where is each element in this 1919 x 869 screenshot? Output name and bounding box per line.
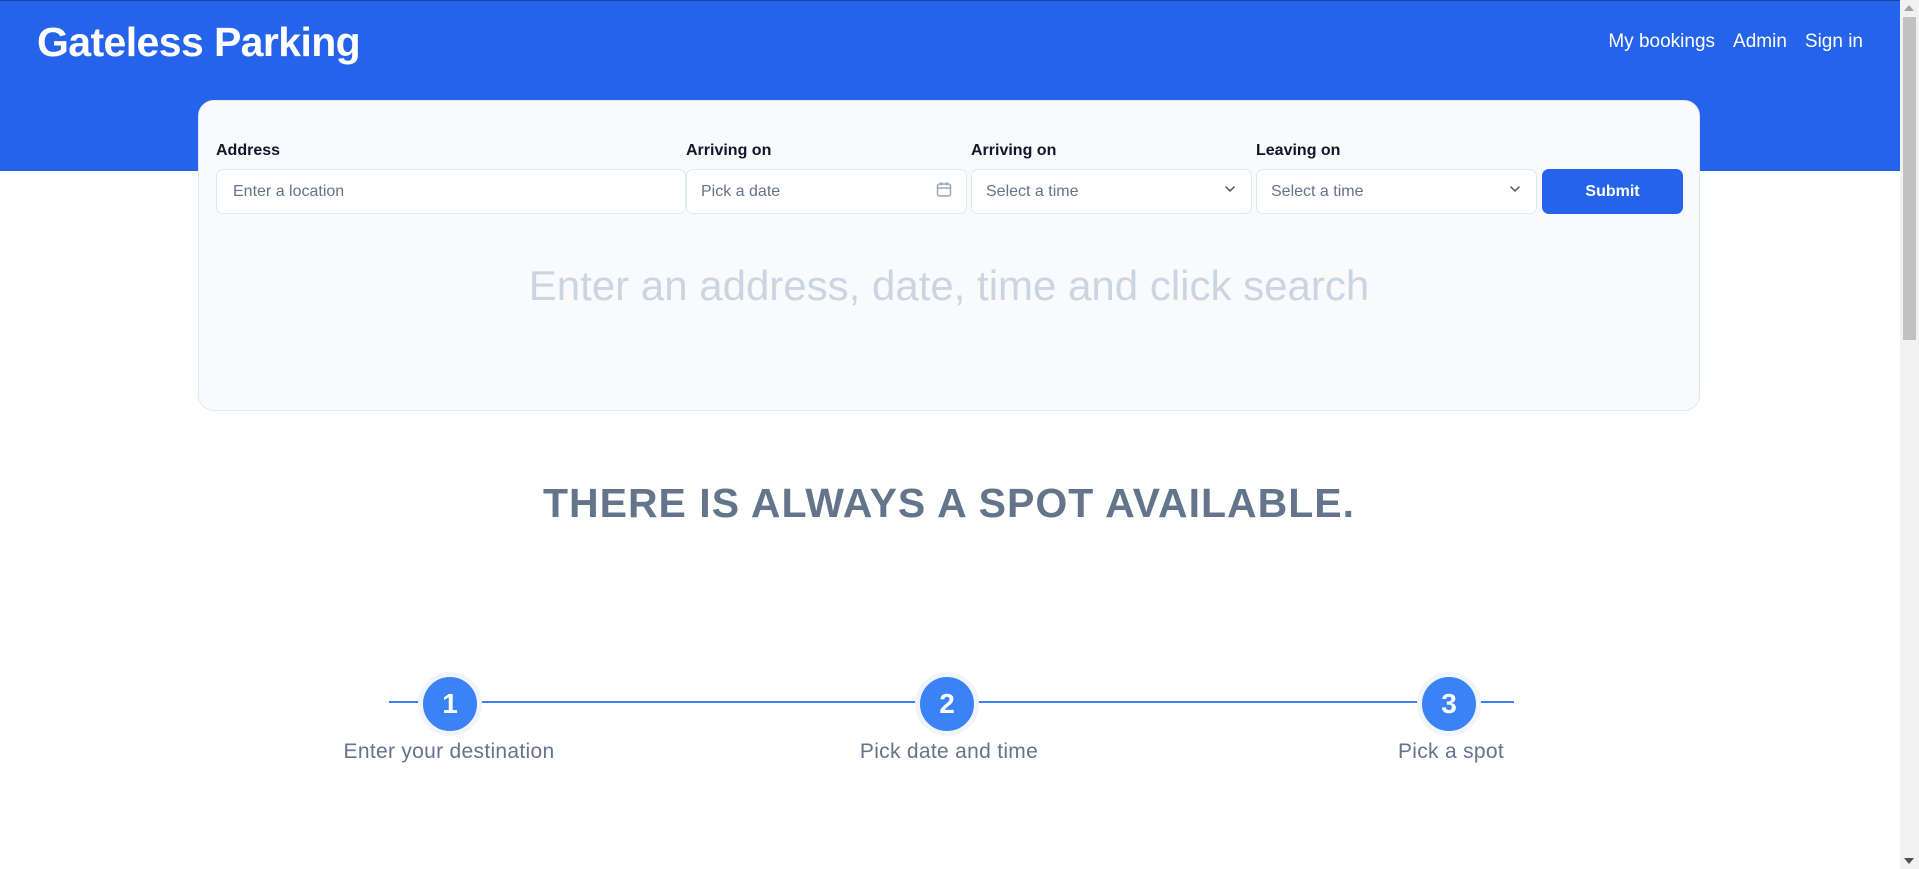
- address-field[interactable]: [216, 169, 686, 214]
- nav-sign-in[interactable]: Sign in: [1805, 31, 1863, 53]
- arrival-time-select[interactable]: Select a time: [971, 169, 1252, 214]
- address-input[interactable]: [231, 181, 671, 202]
- calendar-icon: [936, 181, 952, 203]
- leave-time-select[interactable]: Select a time: [1256, 169, 1537, 214]
- arrival-date-value: Pick a date: [701, 182, 781, 200]
- search-card: [198, 100, 1700, 411]
- brand-logo[interactable]: Gateless Parking: [37, 19, 361, 66]
- arrival-time-label: Arriving on: [971, 142, 1057, 159]
- scroll-up-icon[interactable]: [1904, 5, 1914, 11]
- step-3-circle: 3: [1417, 672, 1481, 736]
- step-3-label: Pick a spot: [1397, 740, 1504, 763]
- scroll-down-icon[interactable]: [1904, 858, 1914, 864]
- nav-admin[interactable]: Admin: [1733, 31, 1787, 53]
- submit-button[interactable]: Submit: [1542, 169, 1683, 214]
- arrival-date-picker[interactable]: Pick a date: [686, 169, 967, 214]
- page: Gateless Parking My bookings Admin Sign …: [0, 0, 1900, 869]
- step-1-label: Enter your destination: [343, 740, 555, 763]
- step-2-label: Pick date and time: [859, 740, 1039, 763]
- tagline: THERE IS ALWAYS A SPOT AVAILABLE.: [542, 480, 1356, 526]
- nav-my-bookings[interactable]: My bookings: [1608, 31, 1715, 53]
- address-label: Address: [216, 142, 281, 159]
- page-scrollbar[interactable]: [1900, 0, 1919, 869]
- search-hint: Enter an address, date, time and click s…: [528, 262, 1370, 309]
- scroll-thumb[interactable]: [1903, 17, 1916, 340]
- step-1-circle: 1: [418, 672, 482, 736]
- leave-time-label: Leaving on: [1256, 142, 1341, 159]
- step-2-circle: 2: [915, 672, 979, 736]
- chevron-down-icon: [1223, 182, 1237, 201]
- leave-time-value: Select a time: [1271, 182, 1364, 200]
- arrival-time-value: Select a time: [986, 182, 1079, 200]
- arrival-date-label: Arriving on: [686, 142, 772, 159]
- main-nav: My bookings Admin Sign in: [1608, 31, 1863, 53]
- chevron-down-icon: [1508, 182, 1522, 201]
